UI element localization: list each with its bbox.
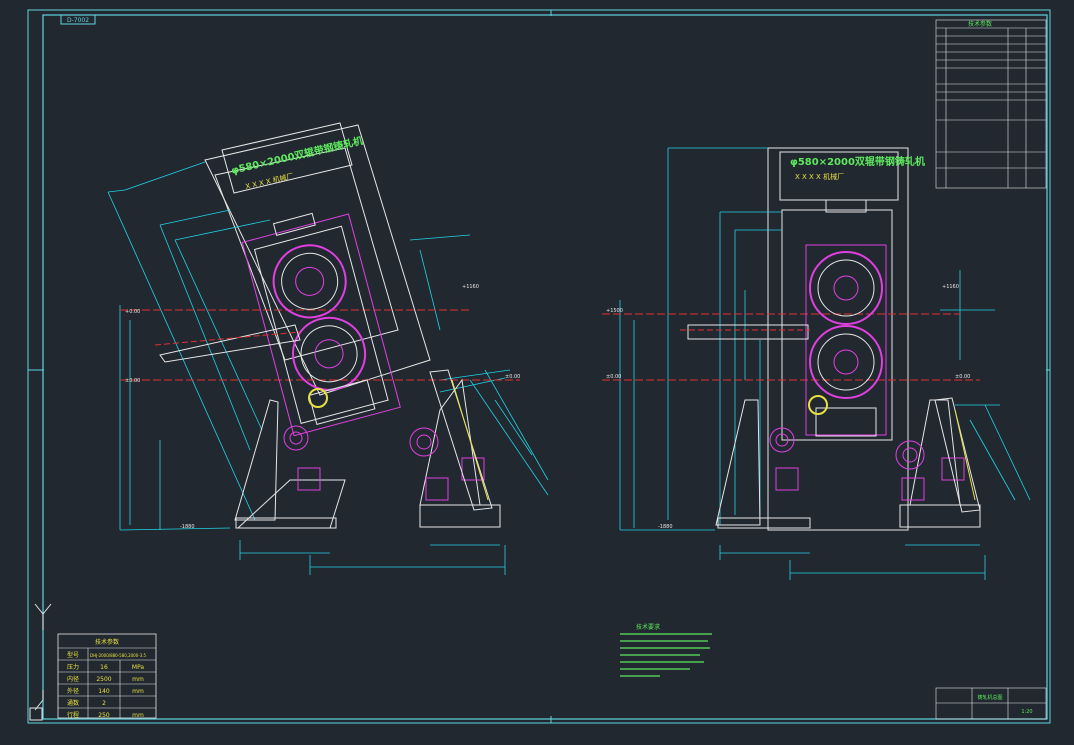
right-title-plate: φ580×2000双辊带钢铸轧机 xyxy=(790,155,925,168)
param-cell: MPa xyxy=(132,664,145,671)
svg-text:±0.00: ±0.00 xyxy=(955,374,970,380)
right-level-lines: +1500 ±0.00 ±0.00 +1160 -1880 xyxy=(602,284,980,530)
param-cell: mm xyxy=(132,712,144,719)
svg-text:±0.00: ±0.00 xyxy=(606,374,621,380)
drawing-scale: 1:20 xyxy=(1021,709,1032,715)
svg-text:D-7002: D-7002 xyxy=(67,17,89,24)
left-base xyxy=(234,369,501,529)
drawing-number-tag: D-7002 xyxy=(60,14,96,25)
svg-text:+1500: +1500 xyxy=(606,308,623,314)
tech-block-title: 技术参数 xyxy=(968,20,992,28)
parameter-table: 技术参数 型号 DHJ-2000/880-580,2000-3.5 压力 16 MPa 内… xyxy=(57,633,157,719)
svg-text:-1880: -1880 xyxy=(658,524,673,530)
param-cell: 16 xyxy=(100,664,108,671)
param-cell: 型号 xyxy=(67,651,79,659)
param-cell: 压力 xyxy=(67,663,79,671)
right-dimension-lines xyxy=(619,147,1031,580)
svg-text:±0.00: ±0.00 xyxy=(125,378,140,384)
right-roll-stand xyxy=(805,199,887,437)
param-cell: 行程 xyxy=(67,711,79,719)
right-view: φ580×2000双辊带钢铸轧机 X X X X 机械厂 +1500 ±0.00… xyxy=(602,147,1031,580)
svg-text:+0.00: +0.00 xyxy=(125,309,140,315)
left-feed-nozzle xyxy=(154,324,301,363)
param-cell: mm xyxy=(132,688,144,695)
svg-text:+1160: +1160 xyxy=(942,284,959,290)
svg-text:+1160: +1160 xyxy=(462,284,479,290)
drawing-title-name: 铸轧机总图 xyxy=(977,694,1002,701)
tech-parameter-block xyxy=(935,19,1047,189)
param-cell: DHJ-2000/880-580,2000-3.5 xyxy=(90,653,147,658)
param-cell: 外径 xyxy=(67,687,79,695)
cad-drawing-canvas: D-7002 φ580×2000双辊带钢铸轧机 X X X X 机械厂 +0.0… xyxy=(27,9,1051,724)
svg-text:技术参数: 技术参数 xyxy=(95,638,119,646)
technical-notes: 技术要求 xyxy=(620,623,712,677)
svg-text:技术要求: 技术要求 xyxy=(636,623,660,631)
left-title-plate: φ580×2000双辊带钢铸轧机 xyxy=(230,134,364,177)
left-maker-plate: X X X X 机械厂 xyxy=(244,171,294,191)
param-cell: mm xyxy=(132,676,144,683)
svg-text:±0.00: ±0.00 xyxy=(505,374,520,380)
sheet-frame xyxy=(27,9,1051,724)
left-dimension-lines xyxy=(107,161,549,575)
param-cell: 通数 xyxy=(67,699,79,707)
right-maker-plate: X X X X 机械厂 xyxy=(795,172,844,181)
right-yellow-gear xyxy=(808,395,828,415)
right-base xyxy=(715,397,981,529)
left-roll-stand xyxy=(241,212,401,437)
param-cell: 250 xyxy=(98,712,110,719)
param-cell: 2500 xyxy=(96,676,111,683)
param-cell: 140 xyxy=(98,688,110,695)
svg-text:-1880: -1880 xyxy=(180,524,195,530)
left-view: φ580×2000双辊带钢铸轧机 X X X X 机械厂 +0.00 ±0.00… xyxy=(107,122,549,575)
param-cell: 2 xyxy=(102,700,106,707)
param-cell: 内径 xyxy=(67,675,79,683)
